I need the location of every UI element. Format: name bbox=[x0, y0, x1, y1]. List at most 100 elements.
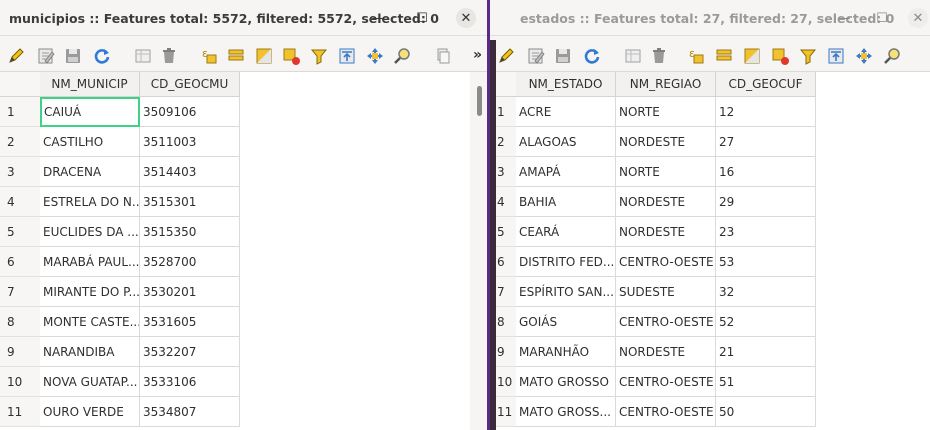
reload-icon[interactable] bbox=[582, 46, 602, 66]
row-number[interactable]: 3 bbox=[0, 157, 40, 187]
row-number[interactable]: 7 bbox=[0, 277, 40, 307]
row-number[interactable]: 9 bbox=[496, 337, 516, 367]
table-cell[interactable]: MARABÁ PAUL... bbox=[40, 247, 140, 277]
reload-icon[interactable] bbox=[92, 46, 112, 66]
pencil-icon[interactable] bbox=[496, 46, 516, 66]
table-cell[interactable]: NARANDIBA bbox=[40, 337, 140, 367]
copy-icon[interactable] bbox=[433, 46, 453, 66]
table-cell[interactable]: CAIUÁ bbox=[40, 97, 140, 127]
save-icon[interactable] bbox=[63, 46, 83, 66]
vertical-scrollbar[interactable] bbox=[472, 72, 487, 430]
table-cell[interactable]: 3534807 bbox=[140, 397, 240, 427]
row-number[interactable]: 11 bbox=[0, 397, 40, 427]
invert-selection-icon[interactable] bbox=[742, 46, 762, 66]
table-cell[interactable]: 51 bbox=[716, 367, 816, 397]
table-cell[interactable]: 52 bbox=[716, 307, 816, 337]
table-cell[interactable]: CENTRO-OESTE bbox=[616, 307, 716, 337]
table-cell[interactable]: OURO VERDE bbox=[40, 397, 140, 427]
table-cell[interactable]: CENTRO-OESTE bbox=[616, 247, 716, 277]
row-number[interactable]: 2 bbox=[0, 127, 40, 157]
title-bar[interactable]: estados :: Features total: 27, filtered:… bbox=[490, 0, 930, 36]
select-all-icon[interactable] bbox=[714, 46, 734, 66]
table-cell[interactable]: 3509106 bbox=[140, 97, 240, 127]
table-cell[interactable]: 50 bbox=[716, 397, 816, 427]
table-cell[interactable]: CENTRO-OESTE bbox=[616, 397, 716, 427]
save-icon[interactable] bbox=[553, 46, 573, 66]
move-top-icon[interactable] bbox=[337, 46, 357, 66]
maximize-button[interactable]: ☐ bbox=[872, 8, 892, 28]
row-number[interactable]: 11 bbox=[496, 397, 516, 427]
table-cell[interactable]: SUDESTE bbox=[616, 277, 716, 307]
pan-map-icon[interactable] bbox=[365, 46, 385, 66]
table-cell[interactable]: ESTRELA DO N... bbox=[40, 187, 140, 217]
pencil-icon[interactable] bbox=[6, 46, 26, 66]
expression-select-icon[interactable]: ε bbox=[686, 46, 706, 66]
table-cell[interactable]: AMAPÁ bbox=[516, 157, 616, 187]
table-cell[interactable]: DRACENA bbox=[40, 157, 140, 187]
zoom-map-icon[interactable] bbox=[882, 46, 902, 66]
table-cell[interactable]: 3515301 bbox=[140, 187, 240, 217]
column-header[interactable]: NM_ESTADO bbox=[516, 72, 616, 97]
row-number[interactable]: 3 bbox=[496, 157, 516, 187]
table-cell[interactable]: NORDESTE bbox=[616, 337, 716, 367]
minimize-button[interactable]: — bbox=[368, 8, 388, 28]
table-cell[interactable]: 3533106 bbox=[140, 367, 240, 397]
table-cell[interactable]: ALAGOAS bbox=[516, 127, 616, 157]
row-number[interactable]: 10 bbox=[496, 367, 516, 397]
scrollbar-thumb[interactable] bbox=[477, 86, 482, 116]
table-cell[interactable]: CASTILHO bbox=[40, 127, 140, 157]
table-cell[interactable]: NOVA GUATAP... bbox=[40, 367, 140, 397]
deselect-icon[interactable] bbox=[770, 46, 790, 66]
toolbar-overflow-button[interactable]: » bbox=[473, 47, 482, 63]
table-cell[interactable]: GOIÁS bbox=[516, 307, 616, 337]
table-cell[interactable]: 23 bbox=[716, 217, 816, 247]
select-all-icon[interactable] bbox=[226, 46, 246, 66]
row-number[interactable]: 8 bbox=[0, 307, 40, 337]
row-number[interactable]: 5 bbox=[0, 217, 40, 247]
table-cell[interactable]: NORDESTE bbox=[616, 127, 716, 157]
table-cell[interactable]: 29 bbox=[716, 187, 816, 217]
table-cell[interactable]: MIRANTE DO P... bbox=[40, 277, 140, 307]
column-header[interactable]: CD_GEOCUF bbox=[716, 72, 816, 97]
table-cell[interactable]: 3531605 bbox=[140, 307, 240, 337]
zoom-map-icon[interactable] bbox=[392, 46, 412, 66]
table-cell[interactable]: MONTE CASTE... bbox=[40, 307, 140, 337]
table-cell[interactable]: DISTRITO FED... bbox=[516, 247, 616, 277]
row-number[interactable]: 5 bbox=[496, 217, 516, 247]
row-number[interactable]: 1 bbox=[496, 97, 516, 127]
table-cell[interactable]: ACRE bbox=[516, 97, 616, 127]
row-number[interactable]: 4 bbox=[0, 187, 40, 217]
edit-table-icon[interactable] bbox=[36, 46, 56, 66]
move-top-icon[interactable] bbox=[826, 46, 846, 66]
close-button[interactable]: ✕ bbox=[908, 8, 928, 28]
row-number[interactable]: 8 bbox=[496, 307, 516, 337]
filter-icon[interactable] bbox=[798, 46, 818, 66]
row-number[interactable]: 10 bbox=[0, 367, 40, 397]
table-cell[interactable]: 3532207 bbox=[140, 337, 240, 367]
row-number[interactable]: 6 bbox=[0, 247, 40, 277]
table-cell[interactable]: NORDESTE bbox=[616, 187, 716, 217]
column-header[interactable]: NM_REGIAO bbox=[616, 72, 716, 97]
table-cell[interactable]: 16 bbox=[716, 157, 816, 187]
add-feature-icon[interactable] bbox=[133, 46, 153, 66]
expression-select-icon[interactable]: ε bbox=[199, 46, 219, 66]
table-cell[interactable]: ESPÍRITO SAN... bbox=[516, 277, 616, 307]
table-cell[interactable]: 3514403 bbox=[140, 157, 240, 187]
add-feature-icon[interactable] bbox=[623, 46, 643, 66]
table-cell[interactable]: CEARÁ bbox=[516, 217, 616, 247]
table-cell[interactable]: 27 bbox=[716, 127, 816, 157]
table-cell[interactable]: EUCLIDES DA ... bbox=[40, 217, 140, 247]
close-button[interactable]: ✕ bbox=[456, 8, 476, 28]
column-header[interactable]: NM_MUNICIP bbox=[40, 72, 140, 97]
deselect-icon[interactable] bbox=[281, 46, 301, 66]
table-cell[interactable]: 3515350 bbox=[140, 217, 240, 247]
table-cell[interactable]: BAHIA bbox=[516, 187, 616, 217]
row-number[interactable]: 1 bbox=[0, 97, 40, 127]
table-cell[interactable]: MATO GROSSO bbox=[516, 367, 616, 397]
table-cell[interactable]: 32 bbox=[716, 277, 816, 307]
table-cell[interactable]: 3530201 bbox=[140, 277, 240, 307]
table-cell[interactable]: MATO GROSS... bbox=[516, 397, 616, 427]
table-cell[interactable]: NORDESTE bbox=[616, 217, 716, 247]
filter-icon[interactable] bbox=[309, 46, 329, 66]
row-number[interactable]: 9 bbox=[0, 337, 40, 367]
